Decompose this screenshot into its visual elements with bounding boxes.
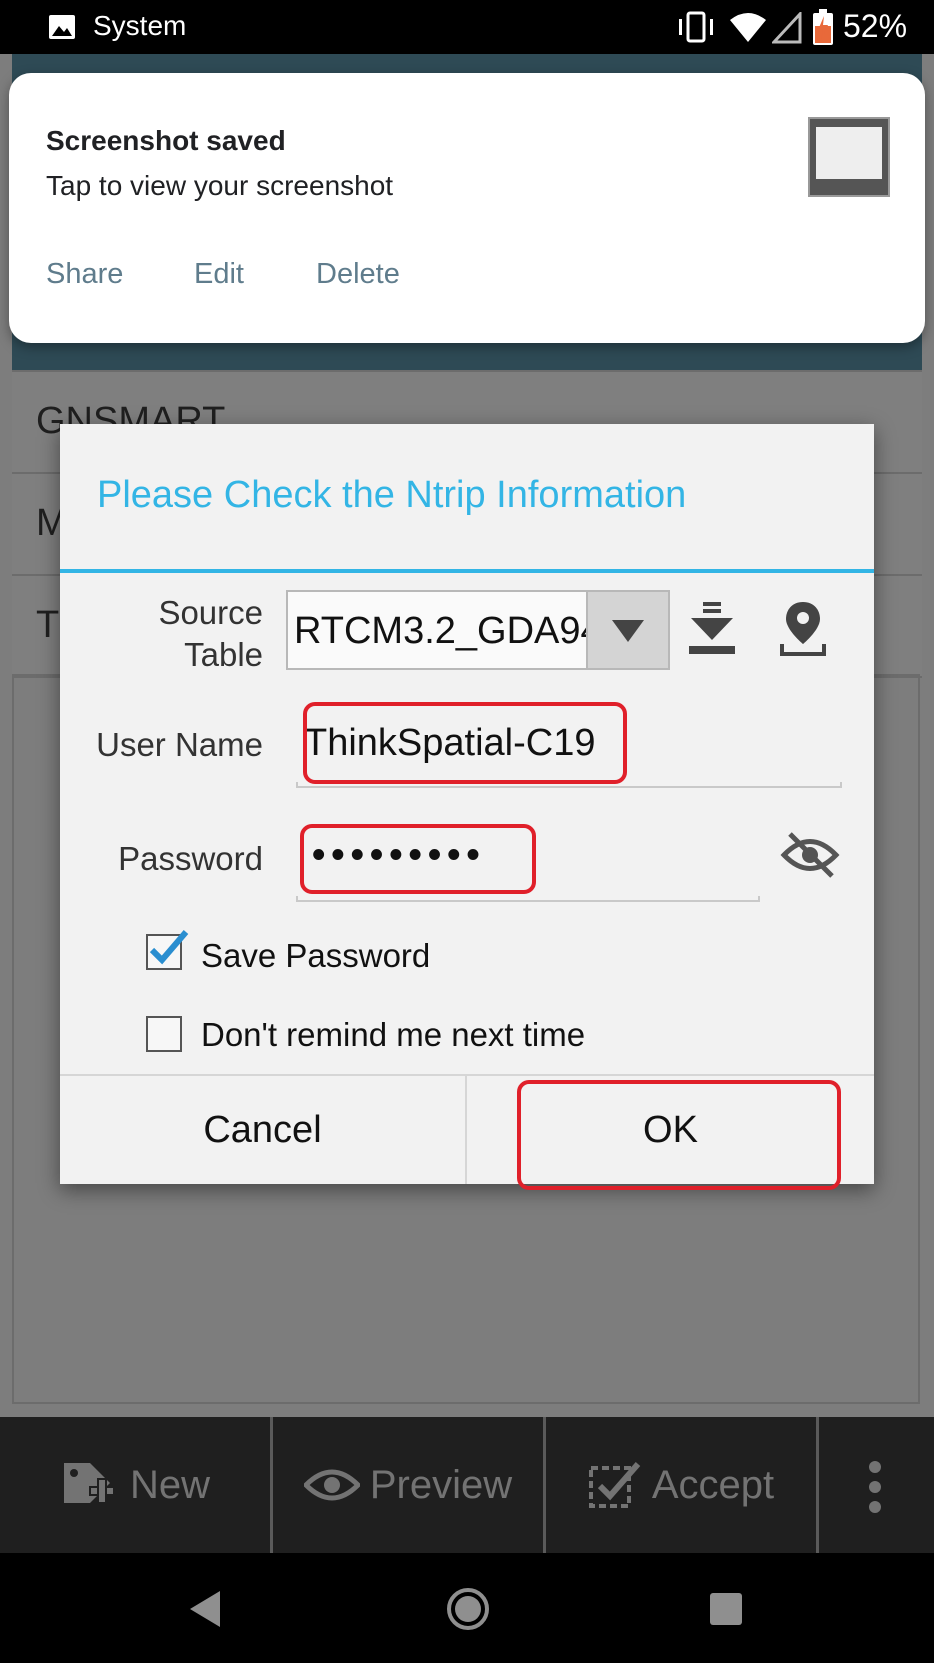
- password-highlight: [300, 824, 536, 894]
- gallery-icon: [49, 15, 75, 39]
- title-divider: [60, 569, 874, 573]
- chevron-down-icon: [612, 620, 644, 642]
- cell-signal-icon: [772, 12, 802, 44]
- save-password-checkbox[interactable]: [146, 930, 189, 970]
- share-action[interactable]: Share: [46, 258, 123, 291]
- checkbox-accept-icon: [588, 1462, 641, 1508]
- location-pin-icon[interactable]: [778, 600, 828, 658]
- notification-title: Screenshot saved: [46, 125, 286, 156]
- new-button[interactable]: New: [0, 1417, 270, 1553]
- navigation-bar: [0, 1553, 934, 1663]
- edit-action[interactable]: Edit: [194, 258, 244, 291]
- status-app-name: System: [93, 10, 187, 41]
- dropdown-arrow[interactable]: [586, 592, 668, 668]
- preview-button-label: Preview: [369, 1462, 513, 1507]
- wifi-icon: [730, 13, 766, 42]
- cancel-button-label: Cancel: [203, 1108, 322, 1151]
- source-table-value: RTCM3.2_GDA94: [294, 610, 602, 652]
- new-button-label: New: [129, 1462, 211, 1507]
- source-table-label-line2: Table: [184, 636, 263, 673]
- overflow-menu-button[interactable]: [820, 1417, 934, 1553]
- background-list-item-label: T: [36, 604, 60, 646]
- bottom-action-bar: New Preview Accept: [0, 1417, 934, 1553]
- more-vert-icon: [869, 1461, 881, 1513]
- preview-button[interactable]: Preview: [273, 1417, 543, 1553]
- password-underline: [296, 896, 760, 902]
- password-label: Password: [118, 840, 263, 877]
- visibility-off-icon[interactable]: [780, 830, 840, 880]
- cancel-button[interactable]: Cancel: [60, 1076, 465, 1184]
- status-bar: System 52%: [0, 0, 934, 54]
- action-divider: [816, 1417, 819, 1553]
- add-tag-icon: [63, 1463, 115, 1504]
- ntrip-info-dialog: Please Check the Ntrip Information Sourc…: [60, 424, 874, 1190]
- dialog-button-row: Cancel OK: [60, 1074, 874, 1190]
- home-icon[interactable]: [446, 1587, 490, 1631]
- screenshot-thumbnail[interactable]: [808, 117, 890, 197]
- battery-icon: [813, 9, 833, 45]
- dont-remind-checkbox[interactable]: [146, 1016, 182, 1052]
- check-icon: [149, 930, 189, 965]
- recents-icon[interactable]: [708, 1591, 744, 1627]
- ok-highlight: [517, 1080, 841, 1190]
- save-password-label: Save Password: [201, 937, 431, 974]
- username-label: User Name: [96, 726, 263, 763]
- delete-action[interactable]: Delete: [316, 258, 400, 291]
- eye-icon: [303, 1469, 360, 1501]
- dialog-title: Please Check the Ntrip Information: [97, 474, 687, 516]
- back-icon[interactable]: [186, 1589, 224, 1629]
- download-icon[interactable]: [687, 600, 737, 658]
- dont-remind-label: Don't remind me next time: [201, 1016, 586, 1053]
- accept-button[interactable]: Accept: [546, 1417, 816, 1553]
- battery-percent: 52%: [843, 8, 908, 44]
- screenshot-notification[interactable]: Screenshot saved Tap to view your screen…: [9, 73, 925, 343]
- notification-text: Tap to view your screenshot: [46, 170, 394, 201]
- accept-button-label: Accept: [651, 1462, 775, 1507]
- source-table-label-line1: Source: [158, 594, 263, 631]
- vibrate-icon: [679, 11, 713, 43]
- source-table-dropdown[interactable]: RTCM3.2_GDA94: [286, 590, 670, 670]
- username-highlight: [303, 702, 627, 784]
